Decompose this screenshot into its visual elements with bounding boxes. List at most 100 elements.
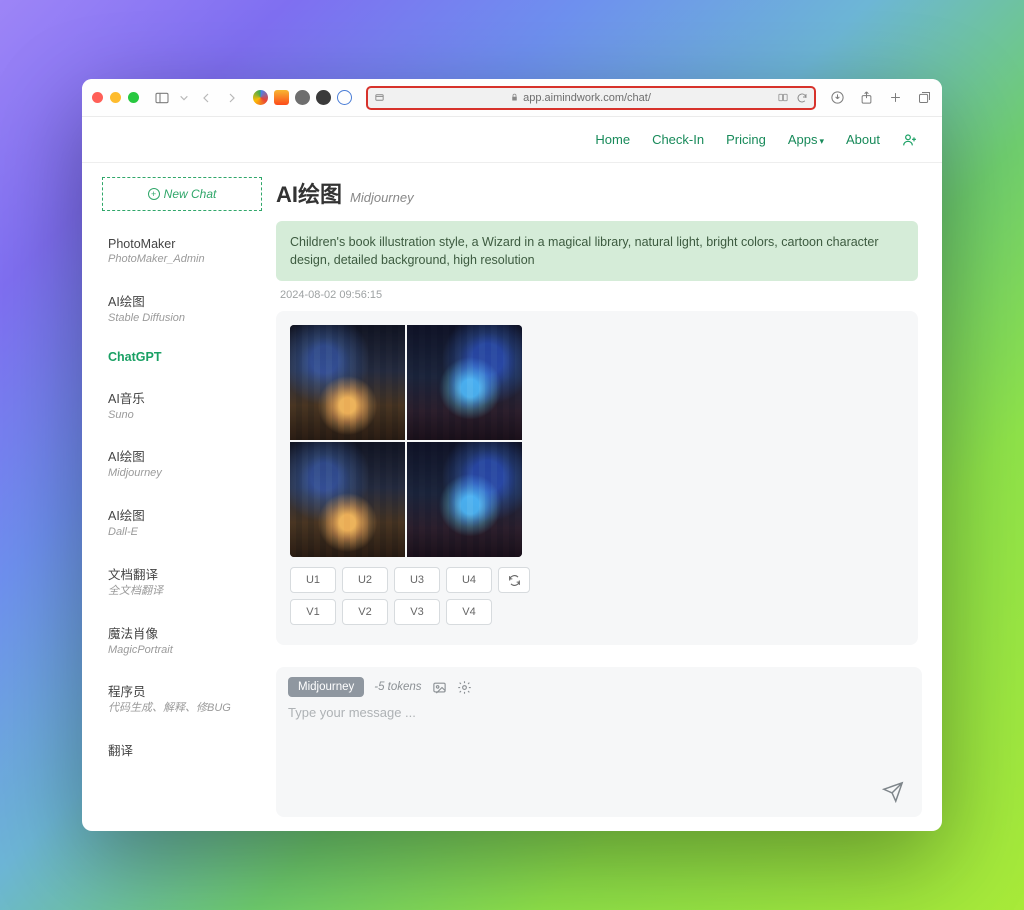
sidebar-item[interactable]: AI绘图 Dall-E — [102, 493, 262, 552]
variation-row: V1 V2 V3 V4 — [290, 599, 904, 625]
new-tab-icon[interactable] — [888, 90, 903, 105]
chevron-down-icon[interactable] — [179, 89, 189, 107]
model-chip[interactable]: Midjourney — [288, 677, 364, 697]
main: AI绘图 Midjourney Children's book illustra… — [276, 177, 922, 831]
close-window[interactable] — [92, 92, 103, 103]
sidebar-item[interactable]: AI音乐 Suno — [102, 376, 262, 435]
plus-icon: + — [148, 188, 160, 200]
reroll-button[interactable] — [498, 567, 530, 593]
top-nav: Home Check-In Pricing Apps▾ About — [82, 117, 942, 163]
refresh-icon — [508, 574, 521, 587]
sidebar-item-title: AI绘图 — [108, 291, 256, 310]
sidebar-item[interactable]: 翻译 — [102, 728, 262, 771]
sidebar-item-title: 魔法肖像 — [108, 623, 256, 642]
chevron-down-icon: ▾ — [819, 136, 824, 146]
reader-icon[interactable] — [776, 92, 790, 103]
sidebar-item-title: PhotoMaker — [108, 237, 256, 251]
extension-icon[interactable] — [253, 90, 268, 105]
nav-apps-label: Apps — [788, 132, 818, 147]
sidebar-item-sub: Suno — [108, 409, 256, 423]
downloads-icon[interactable] — [830, 90, 845, 105]
sidebar-item[interactable]: PhotoMaker PhotoMaker_Admin — [102, 225, 262, 279]
v1-button[interactable]: V1 — [290, 599, 336, 625]
new-chat-button[interactable]: + New Chat — [102, 177, 262, 211]
url-text: app.aimindwork.com/chat/ — [523, 92, 651, 104]
nav-checkin[interactable]: Check-In — [652, 132, 704, 147]
message-scroll[interactable]: Children's book illustration style, a Wi… — [276, 221, 922, 655]
sidebar: + New Chat PhotoMaker PhotoMaker_Admin A… — [102, 177, 262, 831]
add-user-icon[interactable] — [902, 132, 918, 148]
u1-button[interactable]: U1 — [290, 567, 336, 593]
nav-home[interactable]: Home — [595, 132, 630, 147]
generated-image-4[interactable] — [407, 442, 522, 557]
sidebar-item-sub: MagicPortrait — [108, 644, 256, 658]
nav-about[interactable]: About — [846, 132, 880, 147]
nav-apps[interactable]: Apps▾ — [788, 132, 824, 147]
generated-image-3[interactable] — [290, 442, 405, 557]
token-cost: -5 tokens — [374, 681, 421, 693]
sidebar-item-title: AI绘图 — [108, 505, 256, 524]
extension-icon[interactable] — [274, 90, 289, 105]
sidebar-item-title: 翻译 — [108, 740, 256, 759]
image-grid[interactable] — [290, 325, 522, 557]
v3-button[interactable]: V3 — [394, 599, 440, 625]
window-controls — [92, 92, 139, 103]
sidebar-item[interactable]: 文档翻译 全文档翻译 — [102, 552, 262, 611]
tabs-icon[interactable] — [917, 90, 932, 105]
zoom-window[interactable] — [128, 92, 139, 103]
gear-icon[interactable] — [457, 680, 472, 695]
sidebar-item-title: 程序员 — [108, 681, 256, 700]
nav-pricing[interactable]: Pricing — [726, 132, 766, 147]
minimize-window[interactable] — [110, 92, 121, 103]
extension-icon[interactable] — [337, 90, 352, 105]
address-bar[interactable]: app.aimindwork.com/chat/ — [366, 86, 816, 110]
sidebar-item[interactable]: 程序员 代码生成、解释、修BUG — [102, 669, 262, 728]
extensions — [253, 90, 352, 105]
chat-subtitle: Midjourney — [350, 190, 414, 205]
extension-icon[interactable] — [295, 90, 310, 105]
reload-icon[interactable] — [796, 92, 808, 104]
u4-button[interactable]: U4 — [446, 567, 492, 593]
v2-button[interactable]: V2 — [342, 599, 388, 625]
sidebar-item-title: AI绘图 — [108, 446, 256, 465]
sidebar-item-title: AI音乐 — [108, 388, 256, 407]
forward-icon[interactable] — [223, 89, 241, 107]
user-prompt: Children's book illustration style, a Wi… — [276, 221, 918, 281]
sidebar-item-active[interactable]: ChatGPT — [102, 338, 262, 376]
new-chat-label: New Chat — [164, 187, 217, 201]
website-settings-icon — [374, 92, 385, 103]
send-button[interactable] — [882, 781, 904, 803]
result-card: U1 U2 U3 U4 V1 V2 V3 V4 — [276, 311, 918, 645]
timestamp: 2024-08-02 09:56:15 — [280, 289, 918, 301]
upscale-row: U1 U2 U3 U4 — [290, 567, 904, 593]
sidebar-item-title: ChatGPT — [108, 350, 256, 364]
message-input[interactable] — [288, 705, 910, 807]
sidebar-item[interactable]: AI绘图 Stable Diffusion — [102, 279, 262, 338]
sidebar-toggle-icon[interactable] — [153, 89, 171, 107]
chat-title: AI绘图 Midjourney — [276, 177, 922, 209]
compose-box: Midjourney -5 tokens — [276, 667, 922, 817]
browser-toolbar: app.aimindwork.com/chat/ — [82, 79, 942, 117]
sidebar-item[interactable]: 魔法肖像 MagicPortrait — [102, 611, 262, 670]
page: Home Check-In Pricing Apps▾ About + New … — [82, 117, 942, 831]
sidebar-item-sub: PhotoMaker_Admin — [108, 253, 256, 267]
sidebar-item-sub: Midjourney — [108, 467, 256, 481]
generated-image-2[interactable] — [407, 325, 522, 440]
browser-window: app.aimindwork.com/chat/ Home Check-In P… — [82, 79, 942, 831]
sidebar-item-sub: Dall-E — [108, 526, 256, 540]
share-icon[interactable] — [859, 90, 874, 105]
v4-button[interactable]: V4 — [446, 599, 492, 625]
sidebar-item-sub: 全文档翻译 — [108, 585, 256, 599]
lock-icon — [510, 93, 519, 102]
back-icon[interactable] — [197, 89, 215, 107]
extension-icon[interactable] — [316, 90, 331, 105]
u2-button[interactable]: U2 — [342, 567, 388, 593]
image-icon[interactable] — [432, 680, 447, 695]
sidebar-item-sub: Stable Diffusion — [108, 312, 256, 326]
content: + New Chat PhotoMaker PhotoMaker_Admin A… — [82, 163, 942, 831]
u3-button[interactable]: U3 — [394, 567, 440, 593]
chat-title-text: AI绘图 — [276, 177, 342, 209]
generated-image-1[interactable] — [290, 325, 405, 440]
sidebar-item-sub: 代码生成、解释、修BUG — [108, 702, 256, 716]
sidebar-item[interactable]: AI绘图 Midjourney — [102, 434, 262, 493]
